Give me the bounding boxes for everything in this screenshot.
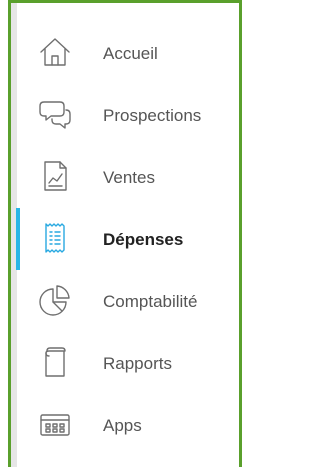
sidebar-item-accueil[interactable]: Accueil (17, 22, 236, 84)
sidebar-item-label: Prospections (103, 106, 202, 125)
apps-grid-icon (40, 414, 70, 436)
sidebar-item-label: Dépenses (103, 230, 184, 249)
sidebar-item-label: Ventes (103, 168, 155, 187)
sales-chart-icon (44, 161, 67, 191)
sidebar-item-label: Accueil (103, 44, 158, 63)
receipt-icon (45, 223, 65, 253)
report-icon (45, 347, 66, 377)
sidebar-item-ventes[interactable]: Ventes (17, 146, 236, 208)
chat-bubbles-icon (39, 101, 71, 129)
sidebar-item-apps[interactable]: Apps (17, 394, 236, 456)
active-indicator (16, 208, 20, 270)
sidebar-item-label: Comptabilité (103, 292, 198, 311)
sidebar-item-prospections[interactable]: Prospections (17, 84, 236, 146)
sidebar-item-comptabilite[interactable]: Comptabilité (17, 270, 236, 332)
sidebar-item-rapports[interactable]: Rapports (17, 332, 236, 394)
sidebar-item-label: Rapports (103, 354, 172, 373)
sidebar-item-depenses[interactable]: Dépenses (16, 208, 236, 270)
pie-chart-icon (39, 285, 70, 316)
home-icon (40, 38, 70, 66)
sidebar-item-label: Apps (103, 416, 142, 435)
sidebar-nav: Accueil Prospections Ventes Dépenses Com… (16, 22, 236, 456)
